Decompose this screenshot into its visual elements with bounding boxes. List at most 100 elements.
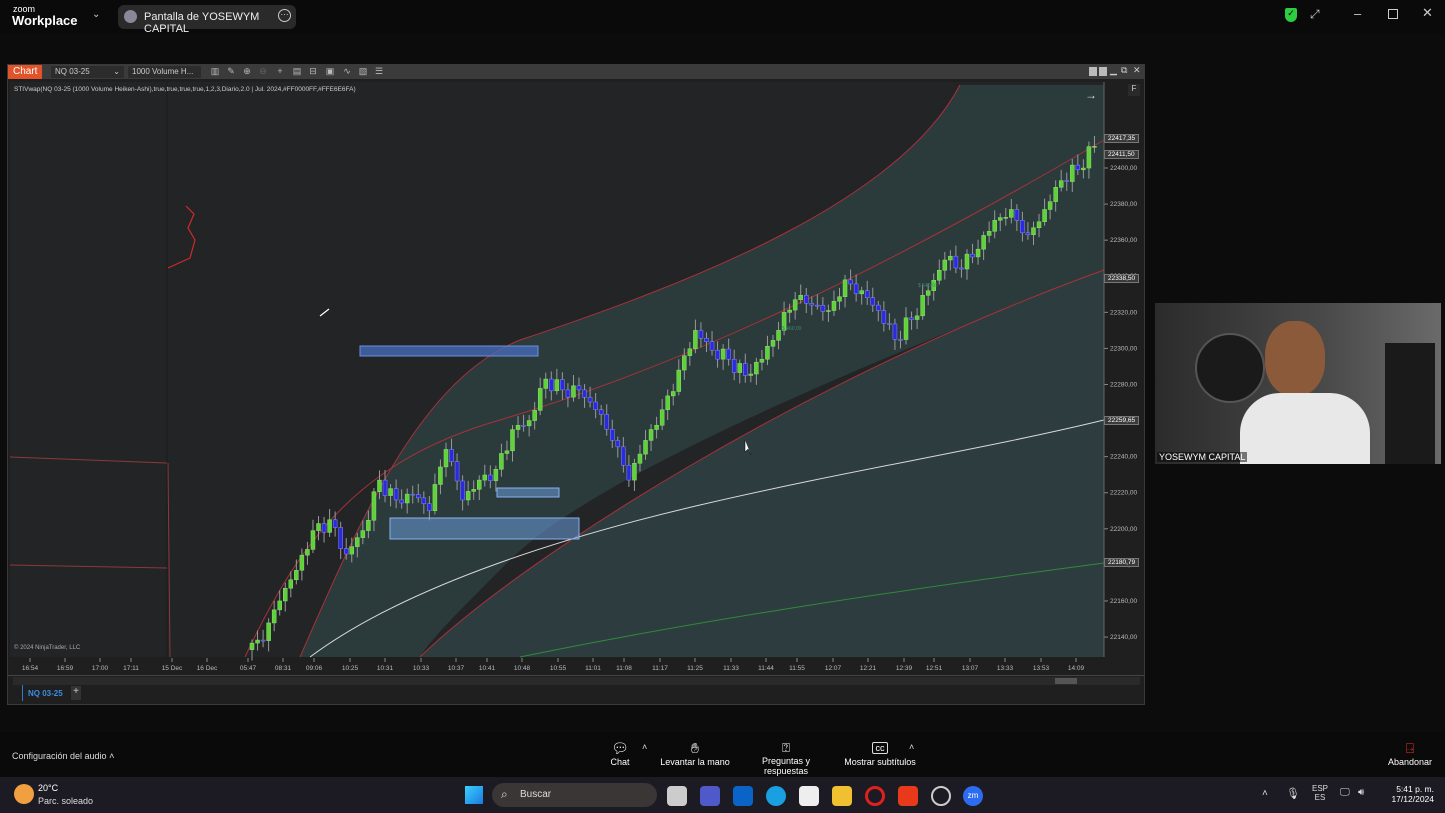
candle-up [504, 450, 510, 454]
candle-down [726, 348, 731, 360]
candle-up [831, 300, 837, 311]
qa-button[interactable]: ⍰ Preguntas y respuestas [740, 740, 832, 776]
candle-down [959, 267, 964, 270]
candle-up [693, 330, 698, 350]
lang-secondary: ES [1314, 793, 1326, 802]
ninjatrader-icon[interactable] [898, 786, 918, 806]
candle-up [648, 429, 654, 441]
candle-up [299, 554, 305, 571]
y-tick-label: 22320,00 [1110, 309, 1137, 316]
app-icon[interactable] [931, 786, 951, 806]
x-tick-label: 14:09 [1068, 665, 1085, 672]
candle-down [1025, 232, 1031, 235]
candle-up [366, 520, 371, 531]
candle-up [632, 462, 637, 481]
weather-icon[interactable] [14, 784, 34, 804]
indicator-label: STIVwap(NQ 03-25 (1000 Volume Heiken-Ash… [14, 86, 356, 93]
windows-start-icon[interactable] [465, 786, 483, 804]
edge-icon[interactable] [766, 786, 786, 806]
raise-hand-button[interactable]: ✋︎ Levantar la mano [660, 740, 730, 767]
volume-icon[interactable]: 🔊︎ [1358, 787, 1364, 798]
candle-up [1092, 146, 1097, 148]
y-tick-label: 22360,00 [1110, 237, 1137, 244]
candle-up [665, 395, 670, 410]
candle-down [260, 639, 266, 642]
candle-up [266, 622, 271, 641]
y-tick-label: 22200,00 [1110, 526, 1137, 533]
x-tick-label: 11:55 [789, 665, 805, 672]
task-view-icon[interactable] [667, 786, 687, 806]
chevron-up-icon[interactable]: ˄ [909, 742, 914, 752]
search-placeholder: Buscar [520, 789, 552, 800]
price-tag: 22259,65 [1104, 416, 1140, 426]
price-tag: 22417,35 [1104, 133, 1140, 143]
candle-up [355, 537, 360, 547]
candle-up [476, 479, 482, 490]
candle-down [1020, 220, 1025, 234]
candle-up [493, 469, 499, 481]
candle-up [283, 587, 288, 602]
y-tick-label: 22380,00 [1110, 201, 1137, 208]
leave-button[interactable]: ⍈ Abandonar [1385, 740, 1435, 767]
candle-down [909, 317, 914, 320]
candle-up [948, 255, 953, 261]
language-indicator[interactable]: ESP ES [1312, 784, 1328, 802]
candle-up [748, 373, 754, 376]
candle-up [271, 609, 277, 624]
candle-up [316, 523, 321, 531]
webcam-video[interactable]: YOSEWYM CAPITAL [1155, 303, 1441, 464]
candle-down [853, 283, 859, 295]
candle-up [371, 491, 377, 521]
candle-down [1075, 164, 1081, 171]
candle-down [610, 429, 615, 441]
trade-label: $ 460,00 [782, 326, 802, 332]
candle-up [765, 346, 770, 360]
zone-rectangle[interactable] [359, 345, 539, 357]
candle-down [598, 409, 604, 415]
candle-up [532, 410, 537, 421]
x-tick-label: 12:07 [825, 665, 842, 672]
candle-down [454, 461, 460, 482]
opera-icon[interactable] [865, 786, 885, 806]
logo-disc [1195, 333, 1265, 403]
search-box[interactable]: ⌕ Buscar [492, 783, 657, 807]
candle-up [1058, 180, 1064, 188]
zoom-app-icon[interactable]: zm [963, 786, 983, 806]
candle-up [1042, 209, 1047, 223]
file-explorer-icon[interactable] [832, 786, 852, 806]
captions-button[interactable]: cc Mostrar subtítulos [843, 740, 917, 767]
zone-rectangle[interactable] [496, 487, 560, 498]
hand-icon: ✋︎ [691, 740, 699, 756]
captions-label: Mostrar subtítulos [844, 757, 916, 767]
chat-button[interactable]: 💬︎ Chat [600, 740, 640, 767]
person-body [1240, 393, 1370, 464]
candle-up [499, 453, 504, 470]
audio-settings[interactable]: Configuración del audio ˄ [12, 751, 114, 761]
network-icon[interactable]: 🖵︎ [1340, 787, 1350, 798]
meeting-controls: Configuración del audio ˄ 💬︎ Chat ˄ ✋︎ Lev… [0, 732, 1445, 777]
candle-up [294, 570, 299, 580]
y-tick-label: 22300,00 [1110, 345, 1137, 352]
clock[interactable]: 5:41 p. m. 17/12/2024 [1384, 784, 1434, 804]
chevron-up-icon[interactable]: ˄ [1262, 788, 1268, 799]
candle-down [887, 323, 892, 325]
x-tick-label: 10:55 [550, 665, 567, 672]
chevron-up-icon[interactable]: ˄ [642, 742, 647, 752]
teams-icon[interactable] [700, 786, 720, 806]
x-tick-label: 16 Dec [197, 665, 218, 672]
microphone-icon[interactable]: 🎙︎ [1286, 787, 1300, 800]
store-icon[interactable] [799, 786, 819, 806]
candle-up [1036, 221, 1042, 229]
y-tick-label: 22240,00 [1110, 454, 1137, 461]
candle-down [709, 341, 715, 351]
outlook-icon[interactable] [733, 786, 753, 806]
x-tick-label: 10:37 [448, 665, 465, 672]
candle-up [438, 466, 443, 485]
candle-up [643, 440, 648, 455]
candle-up [992, 220, 997, 232]
search-icon: ⌕ [501, 787, 508, 801]
scroll-right-arrow-icon[interactable]: → [1085, 88, 1097, 102]
candle-up [787, 309, 792, 313]
candle-up [859, 290, 864, 295]
zone-rectangle[interactable] [389, 517, 580, 540]
